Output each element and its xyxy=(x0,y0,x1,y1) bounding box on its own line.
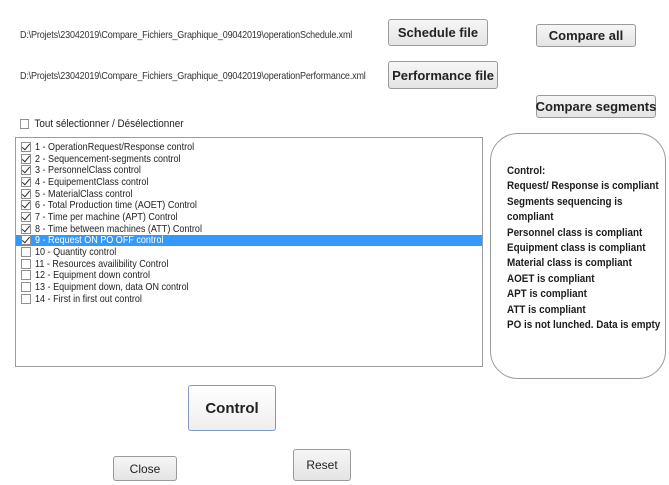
result-line: Control: xyxy=(507,165,546,177)
control-list-item[interactable]: 2 - Sequencement-segments control xyxy=(16,153,482,165)
control-list-item[interactable]: 1 - OperationRequest/Response control xyxy=(16,141,482,153)
control-list-item[interactable]: 8 - Time between machines (ATT) Control xyxy=(16,223,482,235)
reset-button[interactable]: Reset xyxy=(293,449,351,481)
control-checkbox[interactable] xyxy=(21,165,31,176)
result-line: APT is compliant xyxy=(507,288,587,301)
result-line: compliant xyxy=(507,211,554,224)
compare-all-button[interactable]: Compare all xyxy=(536,24,636,47)
control-list-item[interactable]: 13 - Equipment down, data ON control xyxy=(16,281,482,293)
control-label: 14 - First in first out control xyxy=(35,292,142,305)
control-label: 8 - Time between machines (ATT) Control xyxy=(35,222,202,235)
result-line: Material class is compliant xyxy=(507,257,632,270)
control-checkbox[interactable] xyxy=(21,153,31,164)
control-label: 10 - Quantity control xyxy=(35,246,117,259)
result-line: AOET is compliant xyxy=(507,272,595,285)
control-label: 12 - Equipment down control xyxy=(35,269,150,282)
control-label: 3 - PersonnelClass control xyxy=(35,164,141,177)
control-label: 7 - Time per machine (APT) Control xyxy=(35,210,178,223)
controls-checklist[interactable]: 1 - OperationRequest/Response control 2 -… xyxy=(15,137,483,367)
control-label: 11 - Resources availibility Control xyxy=(35,257,169,270)
close-button[interactable]: Close xyxy=(113,456,177,481)
control-label: 1 - OperationRequest/Response control xyxy=(35,140,195,153)
control-list-item[interactable]: 12 - Equipment down control xyxy=(16,269,482,282)
performance-file-path: D:\Projets\23042019\Compare_Fichiers_Gra… xyxy=(20,70,366,82)
control-label: 6 - Total Production time (AOET) Control xyxy=(35,199,197,212)
result-line: PO is not lunched. Data is empty xyxy=(507,319,661,332)
result-line: Segments sequencing is xyxy=(507,195,623,208)
result-line: Equipment class is compliant xyxy=(507,242,646,255)
control-list-item[interactable]: 11 - Resources availibility Control xyxy=(16,258,482,270)
select-all-label: Tout sélectionner / Désélectionner xyxy=(34,118,184,130)
control-label: 9 - Request ON PO OFF control xyxy=(35,234,164,247)
control-checkbox[interactable] xyxy=(21,247,31,258)
control-checkbox[interactable] xyxy=(21,176,31,187)
select-all-toggle[interactable]: Tout sélectionner / Désélectionner xyxy=(20,118,184,130)
schedule-file-button[interactable]: Schedule file xyxy=(388,19,488,46)
control-list-item[interactable]: 9 - Request ON PO OFF control xyxy=(16,234,482,247)
control-checkbox[interactable] xyxy=(21,200,31,211)
control-list-item[interactable]: 4 - EquipementClass control xyxy=(16,176,482,188)
control-button[interactable]: Control xyxy=(188,385,276,431)
result-line: Personnel class is compliant xyxy=(507,226,643,239)
control-checkbox[interactable] xyxy=(21,223,31,234)
result-panel: Control: Request/ Response is compliant S… xyxy=(490,133,666,379)
control-label: 5 - MaterialClass control xyxy=(35,187,133,200)
control-checkbox[interactable] xyxy=(21,282,31,293)
schedule-file-path: D:\Projets\23042019\Compare_Fichiers_Gra… xyxy=(20,29,353,41)
control-checkbox[interactable] xyxy=(21,188,31,199)
control-list-item[interactable]: 14 - First in first out control xyxy=(16,293,482,305)
control-checkbox[interactable] xyxy=(21,141,31,152)
control-list-item[interactable]: 3 - PersonnelClass control xyxy=(16,164,482,176)
control-list-item[interactable]: 6 - Total Production time (AOET) Control xyxy=(16,199,482,211)
control-list-item[interactable]: 7 - Time per machine (APT) Control xyxy=(16,211,482,223)
performance-file-button[interactable]: Performance file xyxy=(388,61,498,89)
compare-segments-button[interactable]: Compare segments xyxy=(536,95,656,118)
control-label: 2 - Sequencement-segments control xyxy=(35,152,181,165)
control-checkbox[interactable] xyxy=(21,293,31,304)
control-label: 4 - EquipementClass control xyxy=(35,175,149,188)
control-label: 13 - Equipment down, data ON control xyxy=(35,281,189,294)
control-checkbox[interactable] xyxy=(21,235,31,246)
result-line: Request/ Response is compliant xyxy=(507,180,659,193)
control-list-item[interactable]: 10 - Quantity control xyxy=(16,246,482,258)
select-all-checkbox[interactable] xyxy=(20,119,29,129)
control-list-item[interactable]: 5 - MaterialClass control xyxy=(16,188,482,200)
result-line: ATT is compliant xyxy=(507,303,586,316)
control-checkbox[interactable] xyxy=(21,270,31,281)
control-checkbox[interactable] xyxy=(21,211,31,222)
control-checkbox[interactable] xyxy=(21,258,31,269)
